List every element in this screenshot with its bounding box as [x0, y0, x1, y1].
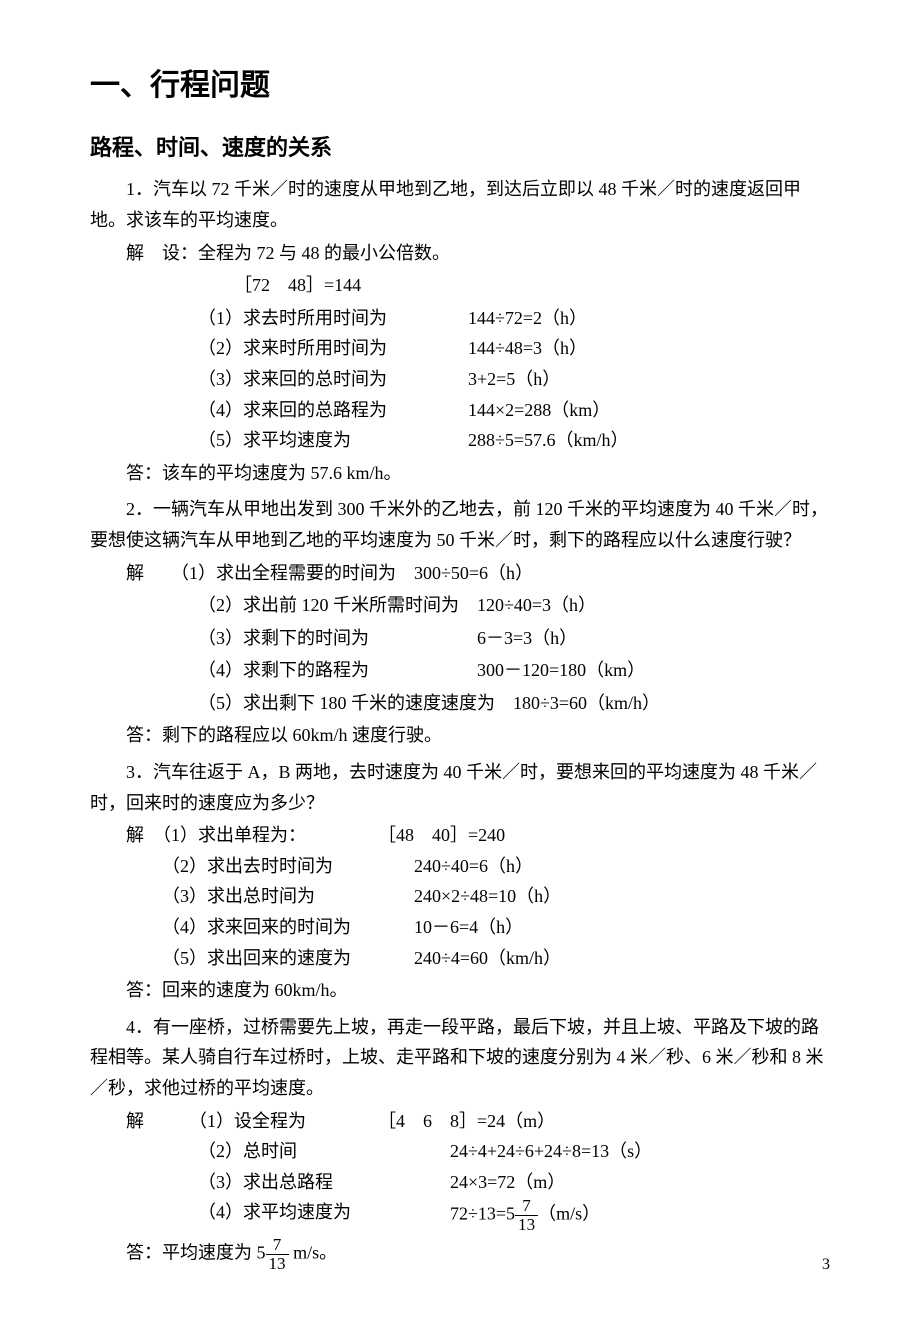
problem-2-step-5: （5）求出剩下 180 千米的速度速度为 180÷3=60（km/h） — [198, 688, 830, 719]
step-value: 3+2=5（h） — [468, 364, 560, 395]
step-label: （3）求出总时间为 — [162, 881, 414, 912]
step-value: 144÷72=2（h） — [468, 303, 587, 334]
document-page: 一、行程问题 路程、时间、速度的关系 1．汽车以 72 千米／时的速度从甲地到乙… — [0, 0, 920, 1319]
problem-1-step-3: （3）求来回的总时间为 3+2=5（h） — [198, 364, 830, 395]
problem-2-step-3: （3）求剩下的时间为 6－3=3（h） — [198, 623, 830, 654]
step-value: ［48 40］=240 — [378, 820, 505, 851]
answer-suffix: m/s。 — [289, 1243, 338, 1263]
problem-2-step-4: （4）求剩下的路程为 300－120=180（km） — [198, 655, 830, 686]
problem-2-step-2: （2）求出前 120 千米所需时间为 120÷40=3（h） — [198, 590, 830, 621]
page-number: 3 — [822, 1251, 830, 1278]
fraction-denominator: 13 — [515, 1216, 538, 1234]
problem-3-step-4: （4）求来回来的时间为 10－6=4（h） — [162, 912, 830, 943]
problem-1-text: 1．汽车以 72 千米／时的速度从甲地到乙地，到达后立即以 48 千米／时的速度… — [90, 174, 830, 235]
step-label: （4）求来回的总路程为 — [198, 395, 468, 426]
fraction-icon: 713 — [515, 1197, 538, 1234]
step-label: （2）求来时所用时间为 — [198, 333, 468, 364]
section-heading: 一、行程问题 — [90, 60, 830, 111]
answer-prefix: 答：平均速度为 5 — [126, 1243, 266, 1263]
problem-4-step-1: 解 （1）设全程为 ［4 6 8］=24（m） — [126, 1106, 830, 1137]
fraction-denominator: 13 — [266, 1255, 289, 1273]
step-label: 解 （1）求出单程为： — [126, 820, 378, 851]
step-value: ［4 6 8］=24（m） — [378, 1106, 555, 1137]
step-value: 10－6=4（h） — [414, 912, 523, 943]
step-label: （1）求去时所用时间为 — [198, 303, 468, 334]
step-label: （3）求来回的总时间为 — [198, 364, 468, 395]
fraction-icon: 713 — [266, 1236, 289, 1273]
problem-4-answer: 答：平均速度为 5713 m/s。 — [126, 1236, 830, 1273]
problem-1-answer: 答：该车的平均速度为 57.6 km/h。 — [126, 458, 830, 489]
step-value: 24×3=72（m） — [450, 1167, 565, 1198]
problem-1-step-lcm: ［72 48］=144 — [234, 270, 830, 301]
step-value: 72÷13=5713（m/s） — [450, 1197, 600, 1234]
problem-1-step-1: （1）求去时所用时间为 144÷72=2（h） — [198, 303, 830, 334]
problem-1-solution-label: 解 设：全程为 72 与 48 的最小公倍数。 — [126, 238, 830, 269]
step-label: （4）求平均速度为 — [198, 1197, 450, 1234]
step-value: 288÷5=57.6（km/h） — [468, 425, 629, 456]
problem-2-text: 2．一辆汽车从甲地出发到 300 千米外的乙地去，前 120 千米的平均速度为 … — [90, 494, 830, 555]
problem-3-step-1: 解 （1）求出单程为： ［48 40］=240 — [126, 820, 830, 851]
problem-3-text: 3．汽车往返于 A，B 两地，去时速度为 40 千米／时，要想来回的平均速度为 … — [90, 757, 830, 818]
step-label: （5）求平均速度为 — [198, 425, 468, 456]
step-label: （3）求出总路程 — [198, 1167, 450, 1198]
step-label: （2）总时间 — [198, 1136, 450, 1167]
problem-2-step-1: 解 （1）求出全程需要的时间为 300÷50=6（h） — [126, 558, 830, 589]
problem-4-text: 4．有一座桥，过桥需要先上坡，再走一段平路，最后下坡，并且上坡、平路及下坡的路程… — [90, 1012, 830, 1104]
problem-4-step-2: （2）总时间 24÷4+24÷6+24÷8=13（s） — [198, 1136, 830, 1167]
problem-3-step-2: （2）求出去时时间为 240÷40=6（h） — [162, 851, 830, 882]
fraction-numerator: 7 — [515, 1197, 538, 1216]
problem-1-step-2: （2）求来时所用时间为 144÷48=3（h） — [198, 333, 830, 364]
value-prefix: 72÷13=5 — [450, 1204, 515, 1224]
step-label: （2）求出去时时间为 — [162, 851, 414, 882]
step-value: 240×2÷48=10（h） — [414, 881, 561, 912]
step-label: （4）求来回来的时间为 — [162, 912, 414, 943]
step-value: 24÷4+24÷6+24÷8=13（s） — [450, 1136, 652, 1167]
step-label: （5）求出回来的速度为 — [162, 943, 414, 974]
problem-3-answer: 答：回来的速度为 60km/h。 — [126, 975, 830, 1006]
fraction-numerator: 7 — [266, 1236, 289, 1255]
step-value: 144÷48=3（h） — [468, 333, 587, 364]
subsection-heading: 路程、时间、速度的关系 — [90, 129, 830, 166]
step-value: 240÷40=6（h） — [414, 851, 533, 882]
problem-4-step-3: （3）求出总路程 24×3=72（m） — [198, 1167, 830, 1198]
problem-3-step-3: （3）求出总时间为 240×2÷48=10（h） — [162, 881, 830, 912]
step-label: 解 （1）设全程为 — [126, 1106, 378, 1137]
problem-3-step-5: （5）求出回来的速度为 240÷4=60（km/h） — [162, 943, 830, 974]
step-value: 144×2=288（km） — [468, 395, 610, 426]
value-suffix: （m/s） — [538, 1204, 600, 1224]
problem-1-step-5: （5）求平均速度为 288÷5=57.6（km/h） — [198, 425, 830, 456]
problem-2-answer: 答：剩下的路程应以 60km/h 速度行驶。 — [126, 720, 830, 751]
problem-1-step-4: （4）求来回的总路程为 144×2=288（km） — [198, 395, 830, 426]
problem-4-step-4: （4）求平均速度为 72÷13=5713（m/s） — [198, 1197, 830, 1234]
step-value: 240÷4=60（km/h） — [414, 943, 561, 974]
